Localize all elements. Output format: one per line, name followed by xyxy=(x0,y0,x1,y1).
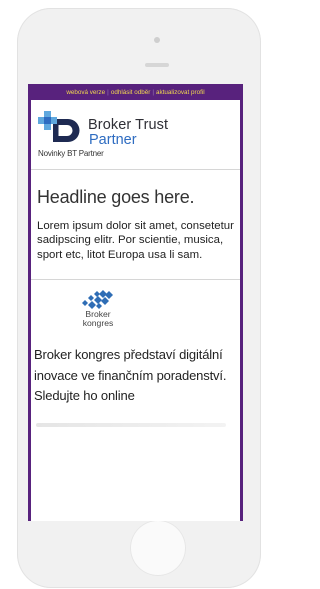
web-version-link[interactable]: webová verze xyxy=(66,89,105,96)
camera-dot xyxy=(154,37,160,43)
kongres-article-text[interactable]: Broker kongres představí digitální inova… xyxy=(31,345,240,407)
email-body: Broker Trust Partner Novinky BT Partner … xyxy=(31,100,240,521)
section-divider xyxy=(31,278,240,280)
brand-subtitle: Partner xyxy=(89,132,137,148)
unsubscribe-link[interactable]: odhlásit odběr xyxy=(111,89,151,96)
update-profile-link[interactable]: aktualizovat profil xyxy=(156,89,205,96)
newsletter-name: Novinky BT Partner xyxy=(38,149,104,158)
separator: | xyxy=(107,88,109,96)
broker-trust-logo-icon xyxy=(38,111,80,142)
brand-header: Broker Trust Partner Novinky BT Partner xyxy=(31,100,240,158)
email-screen: webová verze | odhlásit odběr | aktualiz… xyxy=(28,84,243,521)
email-topbar: webová verze | odhlásit odběr | aktualiz… xyxy=(28,84,243,99)
article-intro: Headline goes here. Lorem ipsum dolor si… xyxy=(31,187,240,262)
intro-paragraph: Lorem ipsum dolor sit amet, consetetur s… xyxy=(37,220,234,261)
faded-text-line xyxy=(36,422,226,427)
section-divider xyxy=(31,169,240,170)
speaker-grille xyxy=(145,63,169,67)
kongres-label-line1: Broker xyxy=(85,308,111,319)
separator: | xyxy=(152,88,155,96)
kongres-label-line2: kongres xyxy=(82,318,114,329)
home-button[interactable] xyxy=(130,520,186,576)
broker-kongres-icon xyxy=(82,289,113,309)
broker-kongres-logo[interactable]: Broker kongres xyxy=(75,289,121,329)
brand-logo[interactable]: Broker Trust Partner xyxy=(38,110,240,148)
brand-name: Broker Trust xyxy=(88,117,169,133)
headline: Headline goes here. xyxy=(37,187,195,207)
